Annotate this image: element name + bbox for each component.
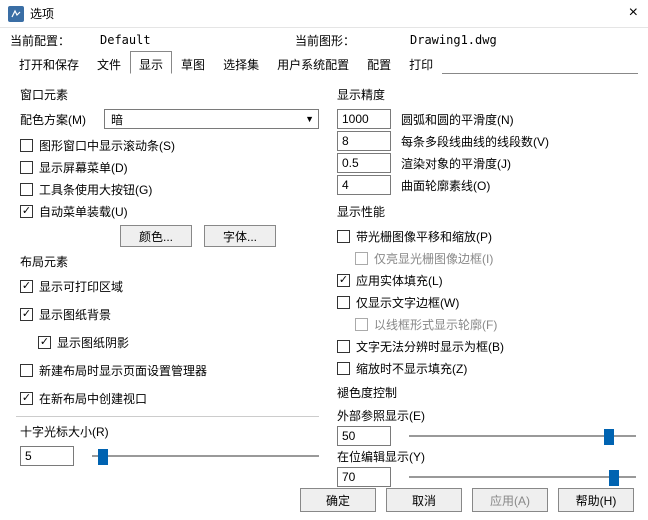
raster-frame-label: 仅亮显光栅图像边框(I): [374, 250, 493, 267]
tab-display[interactable]: 显示: [130, 51, 172, 74]
printable-area-label: 显示可打印区域: [39, 278, 123, 295]
solid-fill-checkbox[interactable]: [337, 274, 350, 287]
tab-strip: 打开和保存 文件 显示 草图 选择集 用户系统配置 配置 打印: [10, 50, 638, 74]
right-column: 显示精度 圆弧和圆的平滑度(N) 每条多段线曲线的线段数(V) 渲染对象的平滑度…: [337, 82, 636, 487]
xref-fade-label: 外部参照显示(E): [337, 407, 636, 424]
inplace-fade-slider[interactable]: [409, 468, 636, 486]
viewport-label: 在新布局中创建视口: [39, 390, 147, 407]
raster-frame-checkbox: [355, 252, 368, 265]
arc-smoothness-label: 圆弧和圆的平滑度(N): [401, 111, 514, 128]
left-column: 窗口元素 配色方案(M) 暗 ▼ 图形窗口中显示滚动条(S) 显示屏幕菜单(D)…: [20, 82, 319, 487]
no-fill-zoom-label: 缩放时不显示填充(Z): [356, 360, 467, 377]
auto-menu-checkbox[interactable]: [20, 205, 33, 218]
render-smoothness-input[interactable]: [337, 153, 391, 173]
no-fill-zoom-checkbox[interactable]: [337, 362, 350, 375]
text-unreadable-label: 文字无法分辨时显示为框(B): [356, 338, 504, 355]
ok-button[interactable]: 确定: [300, 488, 376, 512]
tab-open-save[interactable]: 打开和保存: [10, 51, 88, 74]
cursor-size-title: 十字光标大小(R): [20, 423, 319, 440]
color-scheme-value: 暗: [111, 111, 123, 128]
page-setup-checkbox[interactable]: [20, 364, 33, 377]
inplace-fade-label: 在位编辑显示(Y): [337, 448, 636, 465]
raster-pan-label: 带光栅图像平移和缩放(P): [356, 228, 492, 245]
text-frame-checkbox[interactable]: [337, 296, 350, 309]
window-elements-title: 窗口元素: [20, 86, 319, 103]
wire-silhouette-label: 以线框形式显示轮廓(F): [374, 316, 497, 333]
text-unreadable-checkbox[interactable]: [337, 340, 350, 353]
current-drawing-value: Drawing1.dwg: [410, 33, 497, 47]
big-buttons-label: 工具条使用大按钮(G): [39, 181, 152, 198]
help-button[interactable]: 帮助(H): [558, 488, 634, 512]
text-frame-label: 仅显示文字边框(W): [356, 294, 459, 311]
current-drawing-label: 当前图形：: [295, 32, 410, 49]
tab-print[interactable]: 打印: [400, 51, 442, 74]
arc-smoothness-input[interactable]: [337, 109, 391, 129]
scrollbars-checkbox[interactable]: [20, 139, 33, 152]
cursor-size-input[interactable]: [20, 446, 74, 466]
fonts-button[interactable]: 字体...: [204, 225, 276, 247]
tab-drafting[interactable]: 草图: [172, 51, 214, 74]
app-icon: [8, 6, 24, 22]
paper-bg-checkbox[interactable]: [20, 308, 33, 321]
tab-selection[interactable]: 选择集: [214, 51, 268, 74]
big-buttons-checkbox[interactable]: [20, 183, 33, 196]
fade-control-title: 褪色度控制: [337, 384, 636, 401]
tab-user-prefs[interactable]: 用户系统配置: [268, 51, 358, 74]
printable-area-checkbox[interactable]: [20, 280, 33, 293]
surface-contour-input[interactable]: [337, 175, 391, 195]
paper-bg-label: 显示图纸背景: [39, 306, 111, 323]
color-scheme-label: 配色方案(M): [20, 111, 104, 128]
xref-fade-input[interactable]: [337, 426, 391, 446]
chevron-down-icon: ▼: [305, 114, 314, 124]
page-setup-label: 新建布局时显示页面设置管理器: [39, 362, 207, 379]
apply-button[interactable]: 应用(A): [472, 488, 548, 512]
display-performance-title: 显示性能: [337, 203, 636, 220]
title-bar: 选项 ×: [0, 0, 648, 28]
info-row: 当前配置： Default 当前图形： Drawing1.dwg: [0, 28, 648, 50]
current-config-value: Default: [100, 33, 295, 47]
scrollbars-label: 图形窗口中显示滚动条(S): [39, 137, 175, 154]
wire-silhouette-checkbox: [355, 318, 368, 331]
polyline-segments-label: 每条多段线曲线的线段数(V): [401, 133, 549, 150]
auto-menu-label: 自动菜单装载(U): [39, 203, 128, 220]
paper-shadow-checkbox[interactable]: [38, 336, 51, 349]
close-icon[interactable]: ×: [629, 4, 638, 22]
screen-menu-checkbox[interactable]: [20, 161, 33, 174]
solid-fill-label: 应用实体填充(L): [356, 272, 443, 289]
color-scheme-select[interactable]: 暗 ▼: [104, 109, 319, 129]
inplace-fade-input[interactable]: [337, 467, 391, 487]
tab-files[interactable]: 文件: [88, 51, 130, 74]
cancel-button[interactable]: 取消: [386, 488, 462, 512]
surface-contour-label: 曲面轮廓素线(O): [401, 177, 490, 194]
window-title: 选项: [30, 5, 54, 22]
paper-shadow-label: 显示图纸阴影: [57, 334, 129, 351]
tab-profiles[interactable]: 配置: [358, 51, 400, 74]
viewport-checkbox[interactable]: [20, 392, 33, 405]
layout-elements-title: 布局元素: [20, 253, 319, 270]
screen-menu-label: 显示屏幕菜单(D): [39, 159, 128, 176]
display-precision-title: 显示精度: [337, 86, 636, 103]
xref-fade-slider[interactable]: [409, 427, 636, 445]
render-smoothness-label: 渲染对象的平滑度(J): [401, 155, 511, 172]
current-config-label: 当前配置：: [10, 32, 100, 49]
colors-button[interactable]: 颜色...: [120, 225, 192, 247]
dialog-footer: 确定 取消 应用(A) 帮助(H): [300, 488, 634, 512]
raster-pan-checkbox[interactable]: [337, 230, 350, 243]
cursor-size-slider[interactable]: [92, 447, 319, 465]
polyline-segments-input[interactable]: [337, 131, 391, 151]
